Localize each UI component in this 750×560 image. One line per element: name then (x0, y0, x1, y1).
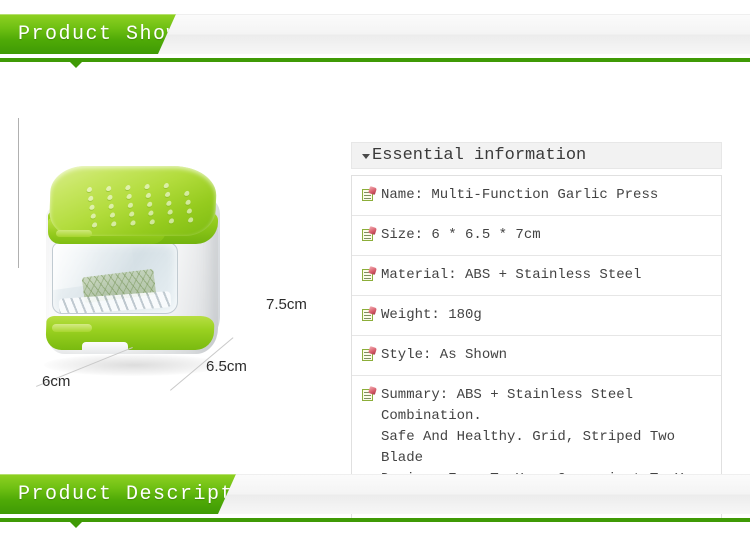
dimension-label-height: 7.5cm (266, 296, 307, 313)
product-lid-top (48, 166, 218, 236)
note-document-icon (361, 346, 377, 362)
product-clear-window (52, 242, 178, 314)
info-row-style: Style: As Shown (352, 336, 721, 376)
info-row-text: Size: 6 * 6.5 * 7cm (381, 227, 541, 243)
info-row-text: Weight: 180g (381, 307, 482, 323)
note-document-icon (361, 386, 377, 402)
banner-notch-triangle-icon (70, 522, 82, 528)
note-document-icon (361, 226, 377, 242)
essential-information-header[interactable]: Essential information (351, 142, 722, 169)
info-row-name: Name: Multi-Function Garlic Press (352, 176, 721, 216)
banner-tab-product-description: Product Description (0, 474, 236, 514)
caret-down-icon (362, 154, 370, 159)
note-document-icon (361, 306, 377, 322)
info-row-text: Material: ABS + Stainless Steel (381, 267, 642, 283)
section-banner-product-description: Product Description (0, 466, 750, 528)
section-banner-product-show: Product Show (0, 6, 750, 68)
info-row-material: Material: ABS + Stainless Steel (352, 256, 721, 296)
banner-notch-triangle-icon (70, 62, 82, 68)
dimension-label-width: 6cm (42, 373, 71, 390)
banner-underline-rule (0, 58, 750, 62)
banner-tab-product-show: Product Show (0, 14, 176, 54)
product-photo-garlic-press (36, 156, 236, 386)
info-row-text: Name: Multi-Function Garlic Press (381, 187, 659, 203)
dimension-label-depth: 6.5cm (206, 358, 247, 375)
product-base-ring (45, 316, 215, 350)
info-row-text: Style: As Shown (381, 347, 508, 363)
product-image-stage: 7.5cm 6cm 6.5cm (18, 118, 338, 448)
essential-information-panel: Essential information Name: Multi-Functi… (351, 142, 722, 521)
banner-underline-rule (0, 518, 750, 522)
product-ridge-strip (58, 291, 172, 313)
note-document-icon (361, 266, 377, 282)
product-base-latch (52, 324, 92, 332)
essential-information-title: Essential information (372, 146, 587, 165)
banner-title-product-show: Product Show (18, 22, 181, 46)
product-lid-dimples (79, 181, 209, 231)
product-image-panel: 7.5cm 6cm 6.5cm (18, 118, 338, 448)
info-row-weight: Weight: 180g (352, 296, 721, 336)
product-lid-latch (56, 230, 92, 237)
dimension-line-height (18, 118, 19, 268)
info-row-size: Size: 6 * 6.5 * 7cm (352, 216, 721, 256)
note-document-icon (361, 186, 377, 202)
